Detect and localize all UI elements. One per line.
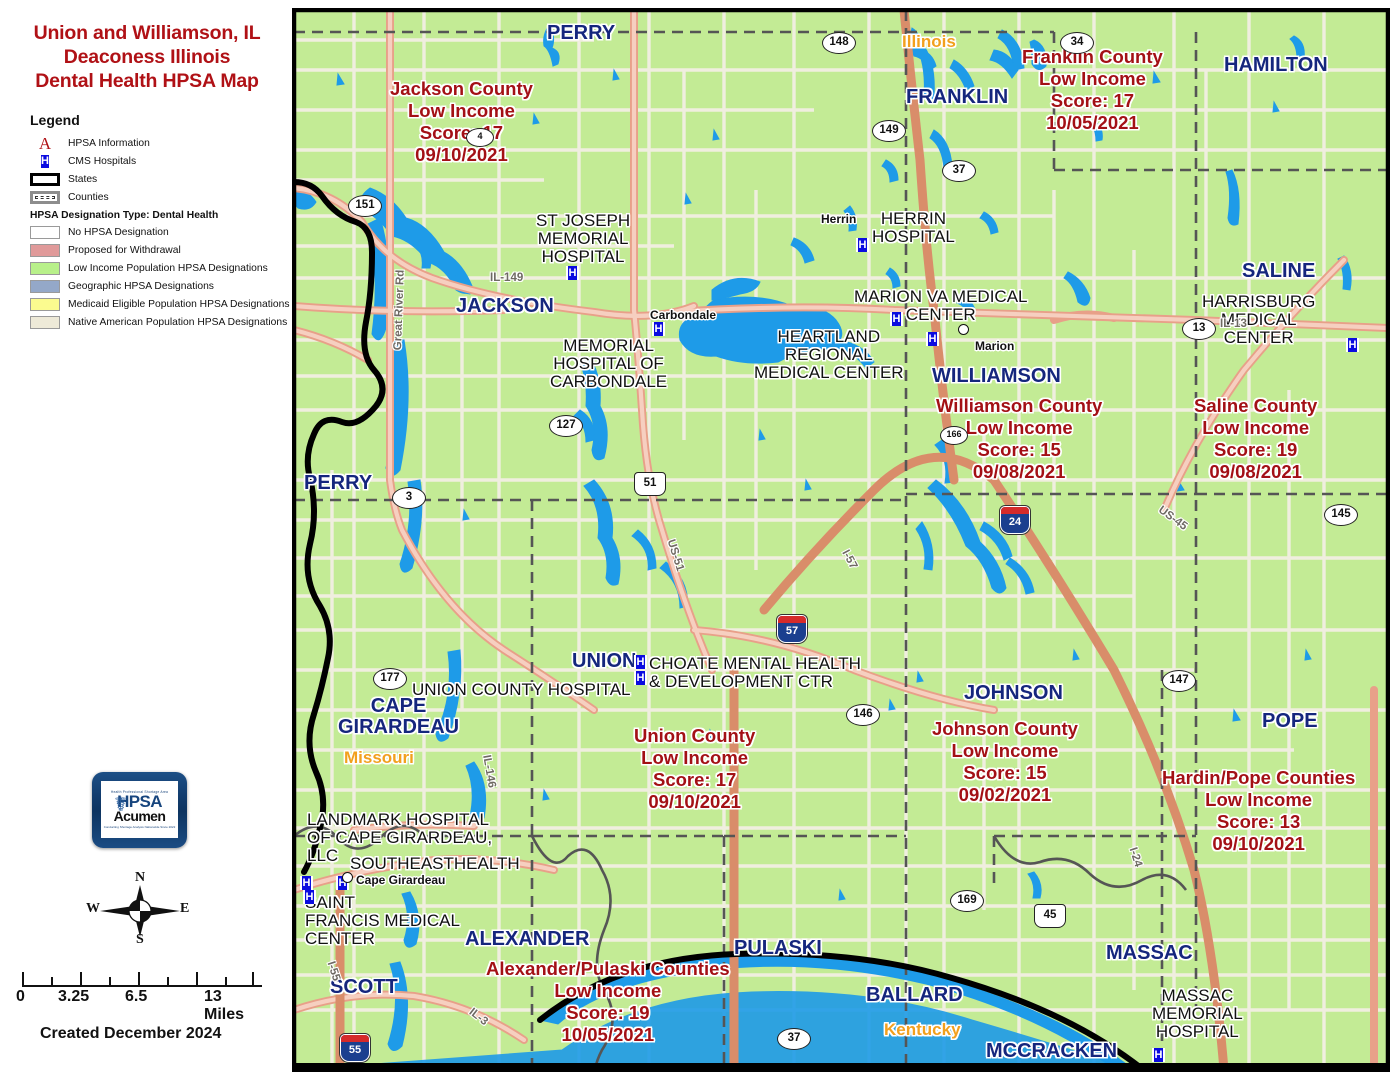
compass-south-label: S <box>136 932 144 947</box>
route-shield-3: 3 <box>392 487 426 509</box>
cms-hospital-icon-massac[interactable]: H <box>1152 1048 1165 1062</box>
legend-item-cms-hospitals: H CMS Hospitals <box>30 153 290 170</box>
legend-label: Low Income Population HPSA Designations <box>68 263 268 274</box>
scale-bar: 0 3.25 6.5 13 Miles <box>16 972 262 1023</box>
swatch-geographic <box>30 280 60 293</box>
legend-label: HPSA Information <box>68 138 150 149</box>
cms-hospital-icon-harrisburg[interactable]: H <box>1346 338 1359 352</box>
legend-label: Medicaid Eligible Population HPSA Design… <box>68 299 290 310</box>
route-shield-i-57: 57 <box>777 615 807 643</box>
swatch-no-designation <box>30 226 60 239</box>
scale-label-0: 0 <box>16 988 25 1005</box>
city-dot-cape-girardeau <box>342 872 353 883</box>
route-shield-4: 4 <box>466 128 494 147</box>
scale-bar-ticks <box>22 972 262 987</box>
legend-item-medicaid-eligible: Medicaid Eligible Population HPSA Design… <box>30 296 290 313</box>
shield-number: 57 <box>785 625 799 637</box>
legend-item-no-designation: No HPSA Designation <box>30 224 290 241</box>
route-shield-177: 177 <box>373 668 407 690</box>
page-title: Union and Williamson, IL Deaconess Illin… <box>8 22 286 93</box>
legend: Legend A HPSA Information H CMS Hospital… <box>30 112 290 332</box>
cms-hospital-icon-st-joseph[interactable]: H <box>566 266 579 280</box>
route-shield-us-45: 45 <box>1034 904 1066 928</box>
route-shield-146: 146 <box>846 704 880 726</box>
legend-label: Native American Population HPSA Designat… <box>68 317 288 328</box>
legend-label: CMS Hospitals <box>68 156 137 167</box>
legend-item-states: States <box>30 171 290 188</box>
route-shield-169: 169 <box>950 890 984 912</box>
legend-item-proposed-withdrawal: Proposed for Withdrawal <box>30 242 290 259</box>
designation-type-heading: HPSA Designation Type: Dental Health <box>30 210 219 221</box>
cms-hospital-icon-union-1[interactable]: H <box>634 655 647 669</box>
legend-heading: Legend <box>30 112 80 128</box>
route-shield-148: 148 <box>822 32 856 54</box>
route-shield-37-south: 37 <box>777 1028 811 1050</box>
route-shield-us-51: 51 <box>634 472 666 496</box>
scale-bar-labels: 0 3.25 6.5 13 Miles <box>16 988 262 1023</box>
route-shield-34: 34 <box>1060 32 1094 54</box>
swatch-native-american <box>30 316 60 329</box>
title-line-3: Dental Health HPSA Map <box>35 69 259 92</box>
shield-number: 55 <box>348 1044 362 1056</box>
scale-label-2: 6.5 <box>125 988 148 1005</box>
legend-item-hpsa-information: A HPSA Information <box>30 135 290 152</box>
cms-hospital-icon-union-2[interactable]: H <box>634 671 647 685</box>
hpsa-a-icon: A <box>38 134 52 153</box>
legend-label: Geographic HPSA Designations <box>68 281 214 292</box>
scale-label-1: 3.25 <box>58 988 90 1005</box>
route-shield-13: 13 <box>1182 318 1216 340</box>
hpsa-acumen-logo: ☤ Health Professional Shortage Area HPSA… <box>92 772 187 848</box>
logo-plate: ☤ Health Professional Shortage Area HPSA… <box>101 781 178 838</box>
cms-hospital-icon-saint-francis[interactable]: H <box>303 890 316 904</box>
shield-number: 24 <box>1008 516 1022 528</box>
cms-hospital-icon: H <box>30 155 60 168</box>
route-shield-166: 166 <box>940 426 968 445</box>
route-shield-i-55: 55 <box>340 1034 370 1062</box>
created-date: Created December 2024 <box>40 1025 222 1042</box>
map-canvas[interactable]: PERRY JACKSON PERRY FRANKLIN HAMILTON SA… <box>292 8 1390 1072</box>
legend-label: Counties <box>68 192 109 203</box>
legend-item-native-american: Native American Population HPSA Designat… <box>30 314 290 331</box>
legend-label: States <box>68 174 98 185</box>
legend-item-low-income: Low Income Population HPSA Designations <box>30 260 290 277</box>
route-shield-127: 127 <box>549 415 583 437</box>
title-line-2: Deaconess Illinois <box>63 45 231 68</box>
compass-rose: N S W E <box>86 870 192 950</box>
compass-west-label: W <box>86 901 100 916</box>
compass-east-label: E <box>180 901 190 916</box>
route-shield-i-24: 24 <box>1000 506 1030 534</box>
map-base-layer <box>294 10 1388 1070</box>
states-boundary-swatch <box>30 173 60 186</box>
route-shield-145: 145 <box>1324 504 1358 526</box>
compass-north-label: N <box>135 870 146 885</box>
legend-item-geographic: Geographic HPSA Designations <box>30 278 290 295</box>
route-shield-149: 149 <box>872 120 906 142</box>
swatch-medicaid-eligible <box>30 298 60 311</box>
swatch-low-income <box>30 262 60 275</box>
logo-tagline-bottom: Conducting Shortage Analysis Nationwide … <box>103 824 176 829</box>
route-shield-147: 147 <box>1162 670 1196 692</box>
legend-label: Proposed for Withdrawal <box>68 245 181 256</box>
cms-hospital-icon-carbondale[interactable]: H <box>652 322 665 336</box>
caduceus-icon: ☤ <box>114 792 128 816</box>
left-info-panel: Union and Williamson, IL Deaconess Illin… <box>0 0 292 1080</box>
route-shield-37-north: 37 <box>942 160 976 182</box>
title-line-1: Union and Williamson, IL <box>33 22 261 44</box>
legend-item-counties: Counties <box>30 189 290 206</box>
route-shield-151: 151 <box>348 195 382 217</box>
counties-boundary-swatch <box>30 191 60 204</box>
swatch-proposed-withdrawal <box>30 244 60 257</box>
cms-hospital-icon-herrin[interactable]: H <box>856 238 869 252</box>
scale-label-3: 13 Miles <box>204 988 245 1023</box>
cms-hospital-icon-marion-va-2[interactable]: H <box>926 332 939 346</box>
city-dot-marion <box>958 324 969 335</box>
cms-hospital-icon-landmark[interactable]: H <box>300 876 313 890</box>
cms-hospital-icon-marion-va-1[interactable]: H <box>890 312 903 326</box>
legend-label: No HPSA Designation <box>68 227 169 238</box>
